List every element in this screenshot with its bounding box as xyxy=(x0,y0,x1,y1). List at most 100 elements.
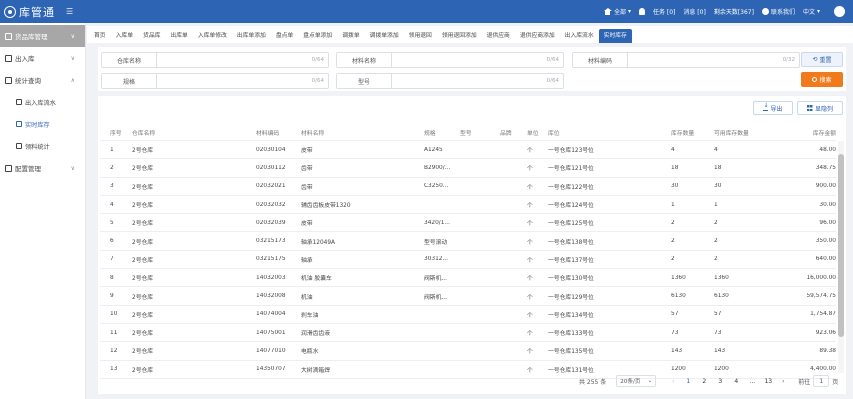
scrollbar-thumb[interactable] xyxy=(838,154,844,337)
table-cell: 个 xyxy=(527,349,533,356)
columns-label: 显隐列 xyxy=(814,105,833,113)
table-cell: 机油 xyxy=(301,294,313,301)
tab-stocktake-add[interactable]: 盘点单添加 xyxy=(298,29,337,43)
table-cell: 个 xyxy=(527,276,533,283)
page-size-select[interactable]: 20条/页 ⌄ xyxy=(616,375,657,387)
table-row[interactable]: 8 2号仓库 14032003 机油 胶囊车 阀斯机... 个 一号仓库130号位 1360 1… xyxy=(100,269,836,288)
table-row[interactable]: 6 2号仓库 03215173 轴承12049A 型号滚动 个 一号仓库138号位 2 2 350… xyxy=(100,232,836,251)
tab-inbound-edit[interactable]: 入库单修改 xyxy=(193,29,232,43)
table-cell: 1 xyxy=(714,201,718,208)
next-page-icon[interactable]: › xyxy=(776,378,790,385)
table-cell: 辅齿齿板皮带1320 xyxy=(301,203,351,210)
table-row[interactable]: 10 2号仓库 14074004 刹车油 个 一号仓库134号位 57 57 1,754.87 xyxy=(100,306,836,324)
page-button[interactable]: 3 xyxy=(712,378,728,385)
tab-return-add[interactable]: 领用退回添加 xyxy=(437,29,482,43)
table-cell: 5 xyxy=(110,219,114,226)
table-cell: 个 xyxy=(527,294,533,301)
goto-page-input[interactable]: 1 xyxy=(813,375,830,387)
sidebar-item-config[interactable]: 配置管理 ∨ xyxy=(0,157,85,179)
tab-stocktake[interactable]: 盘点单 xyxy=(271,29,298,43)
page-button[interactable]: 13 xyxy=(760,378,776,385)
tab-goods[interactable]: 货品库 xyxy=(138,29,165,43)
tab-transfer-add[interactable]: 调拨单添加 xyxy=(365,29,404,43)
page-ellipsis[interactable]: ... xyxy=(744,378,760,385)
pagination: 共 255 条 20条/页 ⌄ ‹ 1 2 3 4 ... 13 › 前往 1 … xyxy=(579,374,838,388)
tab-supplier-return-add[interactable]: 退供应商添加 xyxy=(515,29,560,43)
tab-realtime-stock[interactable]: 实时库存 xyxy=(598,29,632,43)
table-cell: 73 xyxy=(671,329,679,336)
warehouse-name-field[interactable]: 仓库名称 0/64 xyxy=(101,52,329,68)
material-code-field[interactable]: 材料编码 0/32 xyxy=(572,52,800,68)
page-button[interactable]: 4 xyxy=(728,378,744,385)
table-row[interactable]: 9 2号仓库 14032008 机油 阀斯机... 个 一号仓库129号位 6130 6130 5… xyxy=(100,287,836,306)
table-cell: 个 xyxy=(527,312,533,319)
table-cell: 个 xyxy=(527,239,533,246)
search-button[interactable]: 搜索 xyxy=(801,72,843,87)
table-cell: 18 xyxy=(714,164,722,171)
tab-inbound[interactable]: 入库单 xyxy=(111,29,138,43)
table-cell: 14350707 xyxy=(256,366,286,373)
message-link[interactable]: 消息 [0] xyxy=(683,7,705,16)
table-row[interactable]: 5 2号仓库 02032039 皮带 3420/1... 个 一号仓库125号位 2 2 96.0… xyxy=(100,214,836,233)
bell-icon[interactable] xyxy=(638,8,645,15)
gear-icon xyxy=(5,164,12,172)
prev-page-icon[interactable]: ‹ xyxy=(666,378,680,385)
download-icon xyxy=(763,102,769,111)
table-cell: 1 xyxy=(110,146,114,153)
table-cell: 一号仓库131号位 xyxy=(548,367,594,374)
reset-button[interactable]: ⟲ 重置 xyxy=(801,52,843,67)
scope-selector[interactable]: 全部 ▾ xyxy=(603,7,631,16)
table-cell: 3 xyxy=(110,183,114,190)
sidebar-item-inout[interactable]: 出入库 ∨ xyxy=(0,47,85,69)
table-cell: 13 xyxy=(110,366,118,373)
table-row[interactable]: 2 2号仓库 02030112 齿带 B2900/... 个 一号仓库121号位 18 18 34… xyxy=(100,159,836,178)
tab-flow[interactable]: 出入库流水 xyxy=(560,29,599,43)
tab-bar: 首页 入库单 货品库 出库单 入库单修改 出库单添加 盘点单 盘点单添加 调拨单… xyxy=(87,26,853,43)
page-button[interactable]: 1 xyxy=(680,378,696,385)
columns-toggle-button[interactable]: 显隐列 xyxy=(797,101,843,115)
model-field[interactable]: 型号 0/64 xyxy=(336,73,564,89)
table-cell: 一号仓库133号位 xyxy=(548,331,594,338)
material-name-field[interactable]: 材料名称 0/64 xyxy=(336,52,564,68)
table-row[interactable]: 11 2号仓库 14075001 润滑齿齿液 个 一号仓库133号位 73 73 923.06 xyxy=(100,324,836,343)
export-button[interactable]: 导出 xyxy=(753,101,793,115)
table-row[interactable]: 3 2号仓库 02032021 齿带 C3250... 个 一号仓库122号位 30 30 900… xyxy=(100,178,836,196)
sidebar-item-stock[interactable]: 实时库存 xyxy=(0,113,85,135)
table-row[interactable]: 12 2号仓库 14077010 电瓶水 个 一号仓库135号位 143 143 89.38 xyxy=(100,342,836,361)
sidebar: 货品库管理 ∨ 出入库 ∨ 统计查询 ∧ 出入库流水 实时库存 领料统计 配置管… xyxy=(0,23,86,399)
column-header: 序号 xyxy=(110,130,122,137)
tab-outbound[interactable]: 出库单 xyxy=(165,29,192,43)
table-cell: 个 xyxy=(527,221,533,228)
table-cell: 2 xyxy=(714,238,718,245)
task-link[interactable]: 任务 [0] xyxy=(653,7,675,16)
table-row[interactable]: 7 2号仓库 03215175 轴承 30312... 个 一号仓库137号位 2 2 640.0… xyxy=(100,251,836,270)
list-icon xyxy=(16,99,22,105)
table-cell: C3250... xyxy=(424,183,449,190)
tab-supplier-return[interactable]: 退供应商 xyxy=(482,29,515,43)
sidebar-item-usage[interactable]: 领料统计 xyxy=(0,135,85,157)
tab-transfer[interactable]: 调拨单 xyxy=(337,29,364,43)
sidebar-item-flow[interactable]: 出入库流水 xyxy=(0,91,85,113)
avatar[interactable] xyxy=(834,6,845,17)
table-cell: 2号仓库 xyxy=(132,203,154,210)
tab-home[interactable]: 首页 xyxy=(89,29,111,43)
scope-label: 全部 xyxy=(613,9,626,16)
page-button[interactable]: 2 xyxy=(696,378,712,385)
sidebar-item-stats[interactable]: 统计查询 ∧ xyxy=(0,69,85,91)
table-cell: 8 xyxy=(110,274,114,281)
sidebar-item-goods[interactable]: 货品库管理 ∨ xyxy=(0,25,85,47)
table-cell: 30312... xyxy=(424,256,448,263)
contact-link[interactable]: 联系我们 xyxy=(761,7,795,16)
table-cell: 14032003 xyxy=(256,274,286,281)
table-header: 序号 仓库名称 材料编码 材料名称 规格 型号 品牌 单位 库位 库存数量 可用… xyxy=(100,124,836,141)
language-selector[interactable]: 中文 ▾ xyxy=(803,7,820,16)
chevron-down-icon: ∨ xyxy=(70,32,75,40)
table-row[interactable]: 4 2号仓库 02032032 辅齿齿板皮带1320 个 一号仓库124号位 1 1 30.00 xyxy=(100,196,836,215)
table-cell: 02030104 xyxy=(256,146,286,153)
tab-outbound-add[interactable]: 出库单添加 xyxy=(232,29,271,43)
table-row[interactable]: 1 2号仓库 02030104 皮带 A1245 个 一号仓库123号位 4 4 48.00 xyxy=(100,141,836,160)
tab-return[interactable]: 领用退回 xyxy=(404,29,437,43)
menu-fold-icon[interactable]: ☰ xyxy=(66,7,73,16)
table-cell: 润滑齿齿液 xyxy=(301,331,330,338)
spec-field[interactable]: 规格 0/64 xyxy=(101,73,329,89)
